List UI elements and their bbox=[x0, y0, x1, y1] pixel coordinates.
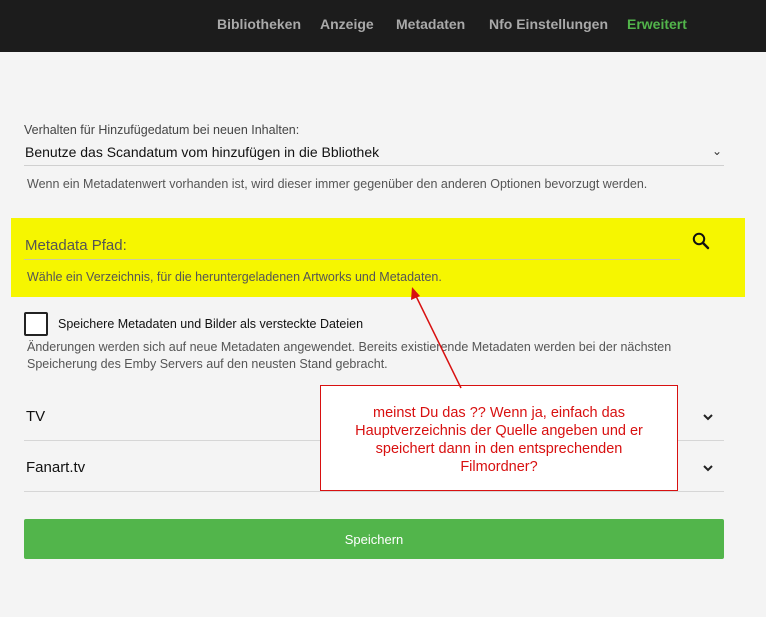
top-nav-bar: Bibliotheken Anzeige Metadaten Nfo Einst… bbox=[0, 0, 766, 52]
date-added-label: Verhalten für Hinzufügedatum bei neuen I… bbox=[24, 123, 300, 137]
save-button[interactable]: Speichern bbox=[24, 519, 724, 559]
chevron-down-icon: ⌄ bbox=[712, 144, 723, 158]
search-icon[interactable] bbox=[691, 231, 711, 251]
section-fanart-title: Fanart.tv bbox=[26, 459, 86, 476]
hidden-files-checkbox[interactable] bbox=[24, 312, 48, 336]
hidden-files-label[interactable]: Speichere Metadaten und Bilder als verst… bbox=[58, 317, 363, 331]
section-tv-title: TV bbox=[26, 408, 46, 425]
chevron-down-icon bbox=[703, 465, 713, 472]
annotation-callout: meinst Du das ?? Wenn ja, einfach das Ha… bbox=[320, 385, 678, 491]
tab-metadaten[interactable]: Metadaten bbox=[396, 16, 465, 32]
tab-nfo-einstellungen[interactable]: Nfo Einstellungen bbox=[489, 16, 608, 32]
chevron-down-icon bbox=[703, 414, 713, 421]
metadata-path-help: Wähle ein Verzeichnis, für die herunterg… bbox=[27, 270, 442, 284]
hidden-files-help: Änderungen werden sich auf neue Metadate… bbox=[27, 340, 672, 371]
metadata-path-input[interactable] bbox=[24, 232, 680, 260]
tab-anzeige[interactable]: Anzeige bbox=[320, 16, 374, 32]
date-added-select-value: Benutze das Scandatum vom hinzufügen in … bbox=[25, 144, 380, 160]
date-added-select[interactable]: Benutze das Scandatum vom hinzufügen in … bbox=[24, 142, 724, 166]
tab-bibliotheken[interactable]: Bibliotheken bbox=[217, 16, 301, 32]
tab-erweitert[interactable]: Erweitert bbox=[627, 16, 687, 32]
date-added-help: Wenn ein Metadatenwert vorhanden ist, wi… bbox=[27, 177, 648, 191]
settings-tabs: Bibliotheken Anzeige Metadaten Nfo Einst… bbox=[0, 0, 766, 52]
